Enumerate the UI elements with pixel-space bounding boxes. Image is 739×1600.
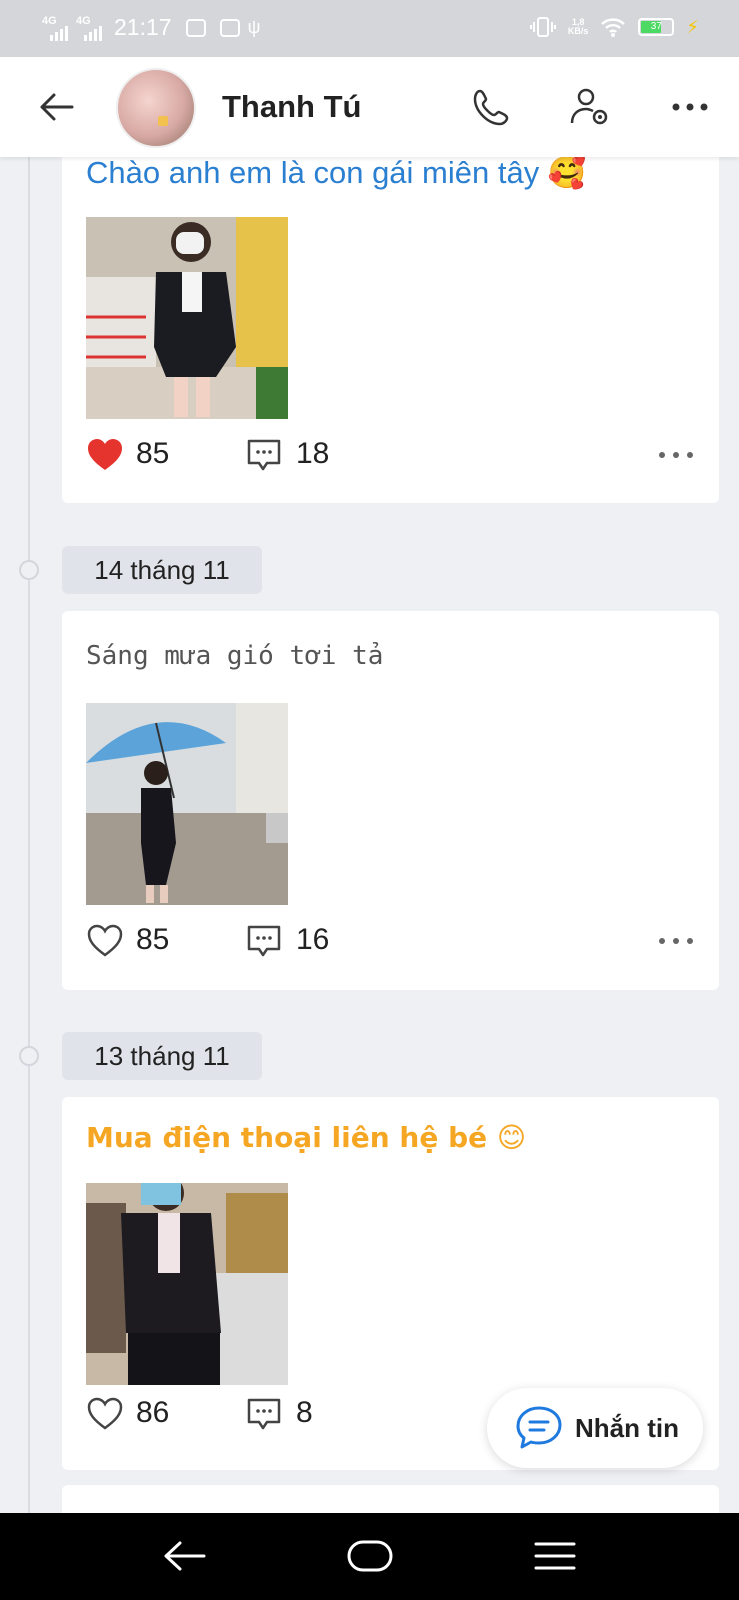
post-photo[interactable]	[86, 703, 288, 905]
comment-count: 18	[296, 437, 330, 470]
vibrate-icon	[529, 17, 556, 37]
post-actions: 85 16	[86, 921, 696, 961]
fork-icon: ψ	[247, 17, 261, 37]
post-actions: 85 18	[86, 435, 696, 475]
message-button[interactable]: Nhắn tin	[487, 1388, 703, 1468]
app-notification-icon	[219, 18, 240, 37]
post-caption: Sáng mưa gió tơi tả	[86, 641, 384, 671]
signal-icon: 4G	[42, 15, 68, 41]
post-caption: Chào anh em là con gái miên tây 🥰	[86, 155, 587, 190]
comment-icon[interactable]	[246, 1396, 282, 1432]
like-count: 85	[136, 437, 170, 470]
chat-header: Thanh Tú	[0, 57, 739, 157]
network-speed: 1,8 KB/s	[567, 17, 589, 36]
signal-icon-2: 4G	[76, 15, 102, 41]
date-label: 14 tháng 11	[62, 546, 262, 594]
avatar[interactable]	[116, 68, 196, 148]
status-time: 21:17	[114, 14, 172, 40]
timeline-line	[28, 157, 30, 1513]
notification-icon	[185, 18, 206, 37]
message-button-label: Nhắn tin	[575, 1412, 679, 1443]
nav-back-icon[interactable]	[160, 1533, 210, 1579]
nav-menu-icon[interactable]	[530, 1533, 580, 1579]
post-card[interactable]: Chào anh em là con gái miên tây 🥰 85 18	[62, 120, 719, 503]
more-icon[interactable]	[656, 929, 696, 953]
post-photo[interactable]	[86, 1183, 288, 1385]
comment-icon[interactable]	[246, 437, 282, 473]
post-photo[interactable]	[86, 217, 288, 419]
heart-outline-icon[interactable]	[86, 1396, 124, 1432]
network-type-1: 4G	[42, 14, 57, 27]
heart-outline-icon[interactable]	[86, 923, 124, 959]
wifi-icon	[601, 18, 626, 37]
timeline-dot	[19, 560, 39, 580]
chat-bubble-icon	[516, 1406, 562, 1449]
post-caption: Mua điện thoại liên hệ bé 😊	[86, 1121, 527, 1154]
date-label: 13 tháng 11	[62, 1032, 262, 1080]
phone-icon[interactable]	[470, 85, 514, 129]
like-count: 86	[136, 1396, 170, 1429]
timeline-dot	[19, 1046, 39, 1066]
like-count: 85	[136, 923, 170, 956]
comment-count: 8	[296, 1396, 313, 1429]
more-options-icon[interactable]	[668, 85, 712, 129]
charging-icon: ⚡	[686, 16, 699, 37]
system-nav-bar	[0, 1513, 739, 1600]
heart-filled-icon[interactable]	[86, 437, 124, 473]
post-card[interactable]: Sáng mưa gió tơi tả 85 16	[62, 611, 719, 990]
comment-icon[interactable]	[246, 923, 282, 959]
network-type-2: 4G	[76, 14, 91, 27]
screen: 4G 4G 21:17 ψ 1,8 KB/s 37 ⚡ Thanh Tú Chà…	[0, 0, 739, 1600]
comment-count: 16	[296, 923, 330, 956]
nav-home-icon[interactable]	[345, 1533, 395, 1579]
more-icon[interactable]	[656, 443, 696, 467]
battery-icon: 37	[638, 18, 675, 36]
back-arrow-icon[interactable]	[36, 87, 76, 127]
status-bar: 4G 4G 21:17 ψ 1,8 KB/s 37 ⚡	[0, 0, 739, 57]
profile-settings-icon[interactable]	[568, 85, 612, 129]
contact-name[interactable]: Thanh Tú	[222, 89, 361, 125]
